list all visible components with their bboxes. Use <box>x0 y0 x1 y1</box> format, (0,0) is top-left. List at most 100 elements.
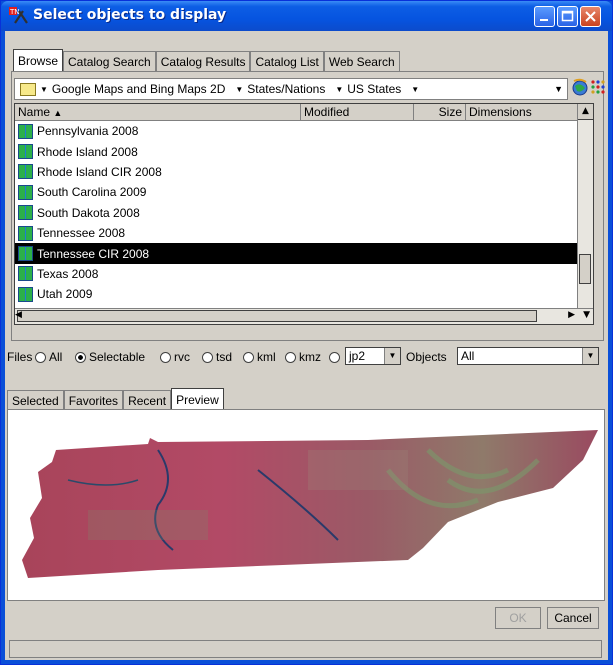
dialog-footer: OK Cancel <box>5 605 608 635</box>
vertical-scrollbar[interactable]: ▲ <box>577 104 593 310</box>
column-size[interactable]: Size <box>414 104 466 120</box>
filter-all[interactable]: All <box>35 350 62 364</box>
filter-kml[interactable]: kml <box>243 350 276 364</box>
radio-icon[interactable] <box>35 352 46 363</box>
maximize-button[interactable] <box>557 6 578 27</box>
close-button[interactable] <box>580 6 601 27</box>
path-selector[interactable]: ▼ Google Maps and Bing Maps 2D ▼ States/… <box>14 78 568 100</box>
dialog-window: TN Select objects to display Browse Cata… <box>0 0 613 665</box>
tab-favorites[interactable]: Favorites <box>63 390 124 411</box>
path-crumb[interactable]: Google Maps and Bing Maps 2D <box>52 82 225 96</box>
list-item[interactable]: South Dakota 2008 <box>15 203 578 223</box>
cancel-button[interactable]: Cancel <box>547 607 599 629</box>
radio-icon[interactable] <box>75 352 86 363</box>
folder-icon <box>20 82 36 96</box>
list-item[interactable]: Texas 2008 <box>15 264 578 284</box>
window-title: Select objects to display <box>33 7 227 23</box>
path-crumb[interactable]: US States <box>347 82 401 96</box>
tab-catalog-search[interactable]: Catalog Search <box>63 51 156 72</box>
column-modified[interactable]: Modified <box>301 104 414 120</box>
list-item[interactable]: South Carolina 2009 <box>15 182 578 202</box>
top-tabs: Browse Catalog Search Catalog Results Ca… <box>13 49 400 72</box>
dropdown-arrow-icon: ▼ <box>335 84 344 94</box>
file-rows: Pennsylvania 2008 Rhode Island 2008 Rhode … <box>15 121 578 305</box>
list-item[interactable]: Pennsylvania 2008 <box>15 121 578 141</box>
list-item-label: Rhode Island CIR 2008 <box>37 164 162 179</box>
tab-browse[interactable]: Browse <box>13 49 64 72</box>
tab-web-search[interactable]: Web Search <box>323 51 400 72</box>
chevron-down-icon[interactable]: ▼ <box>582 348 598 364</box>
tab-preview[interactable]: Preview <box>171 388 224 411</box>
scroll-right-icon[interactable]: ▶ <box>568 310 575 320</box>
radio-icon[interactable] <box>160 352 171 363</box>
map-layer-icon <box>18 225 33 241</box>
map-layer-icon <box>18 286 33 302</box>
list-item[interactable]: Rhode Island 2008 <box>15 141 578 161</box>
tab-catalog-list[interactable]: Catalog List <box>250 51 324 72</box>
list-item-label: Utah 2009 <box>37 287 93 302</box>
scroll-thumb[interactable] <box>579 254 591 284</box>
objects-label: Objects <box>406 350 447 364</box>
scroll-left-icon[interactable]: ◀ <box>15 310 22 320</box>
map-layer-icon <box>18 266 33 282</box>
globe-icon[interactable] <box>571 77 589 97</box>
file-list[interactable]: Name ▲ Modified Size Dimensions Pennsylv… <box>14 103 594 325</box>
list-item-label: Tennessee 2008 <box>37 226 126 241</box>
list-item-label: Texas 2008 <box>37 266 99 281</box>
list-item-label: Pennsylvania 2008 <box>37 124 139 139</box>
list-item[interactable]: Tennessee 2008 <box>15 223 578 243</box>
filter-selectable[interactable]: Selectable <box>75 350 145 364</box>
minimize-button[interactable] <box>534 6 555 27</box>
map-layer-icon <box>18 184 33 200</box>
maximize-icon <box>561 10 574 22</box>
path-crumb[interactable]: States/Nations <box>247 82 325 96</box>
scroll-thumb[interactable] <box>17 310 537 322</box>
column-dimensions[interactable]: Dimensions <box>466 104 578 120</box>
dropdown-arrow-icon: ▼ <box>411 84 420 94</box>
map-layer-icon <box>18 246 33 262</box>
lower-tabs: Selected Favorites Recent Preview <box>7 388 224 411</box>
tab-selected[interactable]: Selected <box>7 390 64 411</box>
sort-asc-icon: ▲ <box>53 108 63 118</box>
app-icon: TN <box>9 7 28 24</box>
tab-catalog-results[interactable]: Catalog Results <box>155 51 251 72</box>
tab-recent[interactable]: Recent <box>123 390 172 411</box>
minimize-icon <box>540 19 548 21</box>
status-bar <box>9 640 602 658</box>
list-item-label: Rhode Island 2008 <box>37 144 138 159</box>
list-item-label: South Dakota 2008 <box>37 205 140 220</box>
close-icon <box>585 11 596 22</box>
scroll-up-icon[interactable]: ▲ <box>578 104 593 120</box>
radio-icon[interactable] <box>285 352 296 363</box>
list-item-label: Tennessee CIR 2008 <box>37 246 150 261</box>
radio-icon[interactable] <box>329 352 340 363</box>
preview-panel <box>7 409 605 601</box>
list-item[interactable]: Utah 2009 <box>15 284 578 304</box>
state-preview-image <box>22 430 598 578</box>
chevron-down-icon[interactable]: ▼ <box>554 84 563 94</box>
map-layer-icon <box>18 164 33 180</box>
radio-icon[interactable] <box>243 352 254 363</box>
map-layer-icon <box>18 123 33 139</box>
filter-tsd[interactable]: tsd <box>202 350 232 364</box>
horizontal-scrollbar[interactable]: ◀ ▶ ▼ <box>15 308 593 324</box>
list-item-label: South Carolina 2009 <box>37 185 147 200</box>
chevron-down-icon[interactable]: ▼ <box>384 348 400 364</box>
column-name[interactable]: Name ▲ <box>15 104 301 120</box>
map-layer-icon <box>18 205 33 221</box>
radio-icon[interactable] <box>202 352 213 363</box>
grid-view-icon[interactable] <box>591 79 605 95</box>
scroll-down-icon[interactable]: ▼ <box>583 310 590 320</box>
column-header: Name ▲ Modified Size Dimensions <box>15 104 578 121</box>
ok-button[interactable]: OK <box>495 607 541 629</box>
filter-rvc[interactable]: rvc <box>160 350 190 364</box>
format-select[interactable]: jp2 ▼ <box>345 347 401 365</box>
filter-custom[interactable] <box>329 350 343 364</box>
list-item[interactable]: Tennessee CIR 2008 <box>15 243 578 264</box>
objects-select[interactable]: All ▼ <box>457 347 599 365</box>
title-bar[interactable]: TN Select objects to display <box>1 1 612 31</box>
map-layer-icon <box>18 144 33 160</box>
list-item[interactable]: Rhode Island CIR 2008 <box>15 162 578 182</box>
filter-kmz[interactable]: kmz <box>285 350 321 364</box>
files-label: Files <box>7 350 33 364</box>
